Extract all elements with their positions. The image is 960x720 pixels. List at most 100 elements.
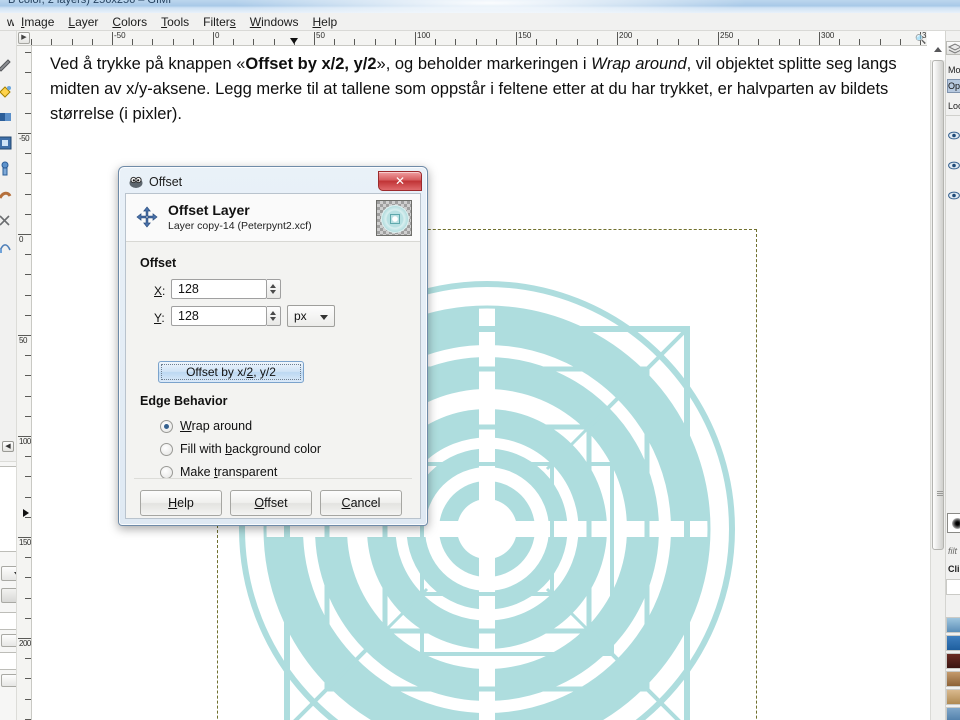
dock-collapse-button[interactable]: ◀ <box>2 441 14 452</box>
close-icon[interactable]: ✕ <box>378 171 422 191</box>
ruler-tick <box>697 39 699 45</box>
tool-options-spin-a[interactable] <box>1 634 16 647</box>
ruler-tick <box>334 39 336 45</box>
y-offset-input[interactable]: 128 <box>171 306 267 326</box>
ruler-tick <box>354 39 356 45</box>
ruler-tick <box>25 496 31 498</box>
tool-options-toggle[interactable] <box>1 588 16 603</box>
caption-line1-italic: Wrap <box>591 55 631 73</box>
tool-options-slider-b[interactable] <box>0 652 16 670</box>
menu-item-colors[interactable]: Colors <box>105 13 154 30</box>
offset-by-half-button[interactable]: Offset by x/2, y/2 <box>158 361 304 383</box>
unit-select[interactable]: px <box>287 305 335 327</box>
ruler-origin-icon[interactable]: ▶ <box>18 32 30 44</box>
scrollbar-thumb[interactable] <box>932 60 944 550</box>
pattern-swatch-4[interactable] <box>946 653 960 669</box>
tool-scissors-icon[interactable] <box>0 213 13 229</box>
scroll-up-icon[interactable] <box>934 47 942 52</box>
x-offset-stepper[interactable] <box>267 279 281 299</box>
y-stepper-down-icon[interactable] <box>270 317 276 321</box>
tool-options-slider-a[interactable] <box>0 612 16 630</box>
offset-button[interactable]: Offset <box>230 490 312 516</box>
ruler-tick <box>495 39 497 45</box>
ruler-tick <box>738 39 740 45</box>
pattern-swatch-1[interactable] <box>946 579 960 595</box>
tool-paths-icon[interactable] <box>0 239 13 255</box>
tool-clone-icon[interactable] <box>0 161 13 177</box>
canvas-vertical-scrollbar[interactable] <box>930 47 945 720</box>
menu-item-clipped[interactable]: w <box>0 13 14 30</box>
ruler-tick <box>233 39 235 45</box>
layers-opacity-label: Op <box>948 81 960 91</box>
radio-fill-background-label: Fill with background color <box>180 442 322 456</box>
instruction-caption: Ved å trykke på knappen «Offset by x/2, … <box>44 48 926 131</box>
horizontal-ruler[interactable]: -50050100150200250300350 <box>17 31 927 46</box>
y-stepper-up-icon[interactable] <box>270 311 276 315</box>
tool-bucket-fill-icon[interactable] <box>0 83 13 99</box>
ruler-tick <box>25 557 31 559</box>
ruler-tick <box>576 39 578 45</box>
ruler-tick <box>25 617 31 619</box>
ruler-tick <box>25 597 31 599</box>
ruler-tick <box>25 658 31 660</box>
x-offset-input[interactable]: 128 <box>171 279 267 299</box>
pattern-swatch-3[interactable] <box>946 635 960 651</box>
gimp-screenshot: B color, 2 layers) 256x256 – GIMP w Imag… <box>0 0 960 720</box>
ruler-tick <box>25 274 31 276</box>
ruler-label: 50 <box>316 31 325 40</box>
pattern-swatch-6[interactable] <box>946 689 960 705</box>
ruler-label: 150 <box>518 31 532 40</box>
dialog-subheading: Layer copy-14 (Peterpynt2.xcf) <box>168 220 312 232</box>
help-button[interactable]: Help <box>140 490 222 516</box>
ruler-tick <box>859 39 861 45</box>
layers-tab-icon[interactable] <box>946 41 960 55</box>
ruler-tick <box>758 39 760 45</box>
offset-dialog[interactable]: Offset ✕ Offset Layer Layer copy-14 (Pet… <box>118 166 428 526</box>
menu-item-filters[interactable]: Filters <box>196 13 243 30</box>
menu-item-tools[interactable]: Tools <box>154 13 196 30</box>
right-dock: Mo Op Loc filt Clip <box>945 31 960 720</box>
menu-item-image[interactable]: Image <box>14 13 61 30</box>
vertical-ruler[interactable]: -50 0 50 100 150 200 <box>17 46 32 720</box>
cancel-button[interactable]: Cancel <box>320 490 402 516</box>
layer-visibility-icon-2[interactable] <box>948 157 960 170</box>
ruler-tick <box>819 32 820 45</box>
y-offset-stepper[interactable] <box>267 306 281 326</box>
pattern-swatch-2[interactable] <box>946 617 960 633</box>
pattern-swatch-5[interactable] <box>946 671 960 687</box>
ruler-tick <box>25 395 31 397</box>
x-stepper-up-icon[interactable] <box>270 284 276 288</box>
menu-item-windows[interactable]: Windows <box>243 13 306 30</box>
caption-line2-italic: around <box>635 55 687 73</box>
radio-fill-background-indicator[interactable] <box>160 443 173 456</box>
ruler-tick <box>415 32 416 45</box>
zoom-region-icon[interactable]: 🔍 <box>915 33 927 45</box>
ruler-label: 300 <box>821 31 835 40</box>
ruler-tick <box>798 39 800 45</box>
tool-gradient-icon[interactable] <box>0 109 13 125</box>
ruler-tick <box>25 112 31 114</box>
window-title: B color, 2 layers) 256x256 – GIMP <box>8 0 176 6</box>
offset-section-title: Offset <box>140 256 177 270</box>
pattern-swatch-7[interactable] <box>946 707 960 720</box>
radio-wrap-around-indicator[interactable] <box>160 420 173 433</box>
brush-filter-label: filt <box>948 546 957 556</box>
tool-options-dropdown[interactable] <box>1 566 16 581</box>
ruler-tick <box>172 39 174 45</box>
tool-pencil-icon[interactable] <box>0 135 13 151</box>
ruler-tick <box>25 678 31 680</box>
tool-measure-icon[interactable] <box>0 57 13 73</box>
x-stepper-down-icon[interactable] <box>270 290 276 294</box>
ruler-tick <box>273 39 275 45</box>
active-brush-preview[interactable] <box>947 513 960 533</box>
layer-thumbnail <box>376 200 412 236</box>
tool-smudge-icon[interactable] <box>0 187 13 203</box>
ruler-tick <box>677 39 679 45</box>
tool-options-spin-b[interactable] <box>1 674 16 687</box>
ruler-tick <box>617 32 618 45</box>
menu-item-layer[interactable]: Layer <box>61 13 105 30</box>
layer-visibility-icon-3[interactable] <box>948 187 960 200</box>
menu-item-help[interactable]: Help <box>305 13 344 30</box>
ruler-tick <box>25 415 31 417</box>
layer-visibility-icon-1[interactable] <box>948 127 960 140</box>
